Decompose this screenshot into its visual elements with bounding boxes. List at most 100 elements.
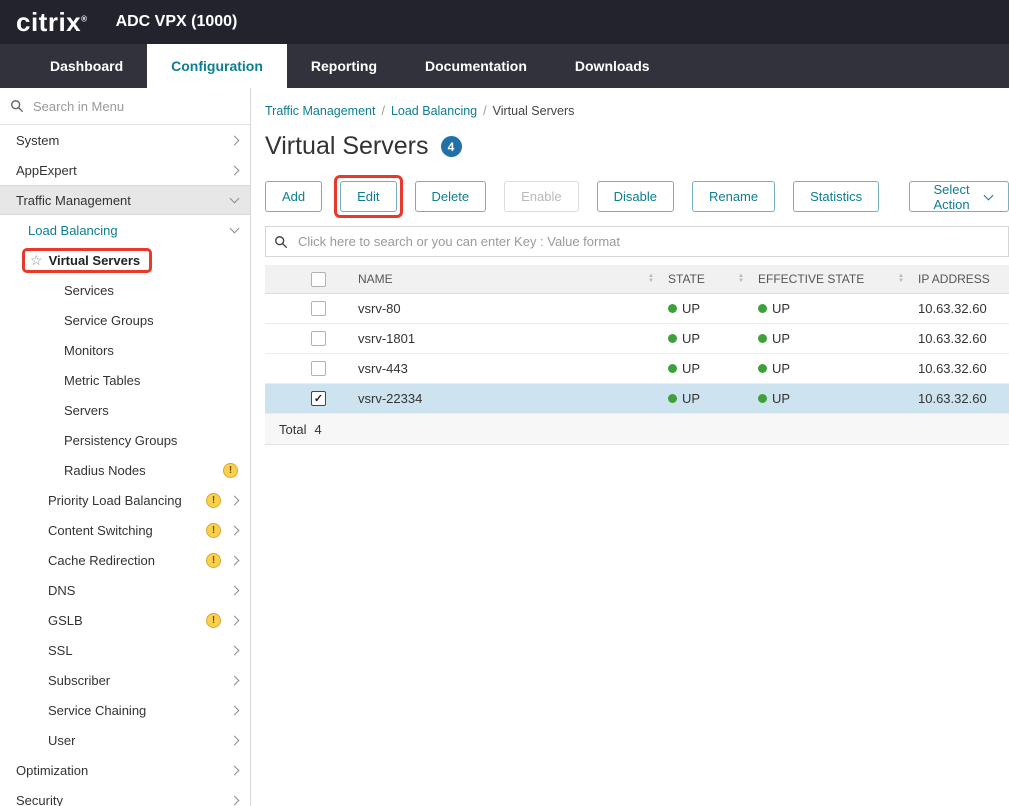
checkbox-cell: [265, 301, 358, 316]
tab-dashboard[interactable]: Dashboard: [26, 44, 147, 88]
effective-state-cell: UP: [758, 391, 918, 406]
sidebar-item-priority-load-balancing[interactable]: Priority Load Balancing!: [0, 485, 250, 515]
sidebar-item-icons: !: [206, 613, 250, 628]
chevron-right-icon[interactable]: [230, 735, 240, 745]
ip-address-cell: 10.63.32.60: [918, 331, 1009, 346]
sidebar-item-security[interactable]: Security: [0, 785, 250, 806]
sidebar-item-icons: !: [223, 463, 250, 478]
chevron-right-icon[interactable]: [230, 615, 240, 625]
select-all-checkbox[interactable]: [311, 272, 326, 287]
chevron-right-icon[interactable]: [230, 135, 240, 145]
sort-icon[interactable]: [648, 274, 654, 284]
chevron-right-icon[interactable]: [230, 585, 240, 595]
table-row-vsrv-22334[interactable]: ✓vsrv-22334UPUP10.63.32.60: [265, 384, 1009, 414]
sidebar-item-dns[interactable]: DNS: [0, 575, 250, 605]
chevron-right-icon[interactable]: [230, 165, 240, 175]
sidebar-item-optimization[interactable]: Optimization: [0, 755, 250, 785]
sidebar-item-icons: [231, 737, 250, 744]
chevron-right-icon[interactable]: [230, 645, 240, 655]
top-nav: DashboardConfigurationReportingDocumenta…: [0, 44, 1009, 88]
layout: Search in Menu SystemAppExpertTraffic Ma…: [0, 88, 1009, 806]
sidebar-item-icons: !: [206, 493, 250, 508]
chevron-right-icon[interactable]: [230, 525, 240, 535]
sidebar-item-persistency-groups[interactable]: Persistency Groups: [0, 425, 250, 455]
sidebar-item-services[interactable]: Services: [0, 275, 250, 305]
table-row-vsrv-443[interactable]: vsrv-443UPUP10.63.32.60: [265, 354, 1009, 384]
add-button[interactable]: Add: [265, 181, 322, 212]
breadcrumb-item-load-balancing[interactable]: Load Balancing: [391, 104, 477, 118]
sidebar-item-metric-tables[interactable]: Metric Tables: [0, 365, 250, 395]
breadcrumb-item-traffic-management[interactable]: Traffic Management: [265, 104, 375, 118]
sidebar-item-radius-nodes[interactable]: Radius Nodes!: [0, 455, 250, 485]
state-text: UP: [682, 301, 700, 316]
chevron-right-icon[interactable]: [230, 495, 240, 505]
sidebar-item-service-chaining[interactable]: Service Chaining: [0, 695, 250, 725]
sidebar-item-cache-redirection[interactable]: Cache Redirection!: [0, 545, 250, 575]
effective-state-text: UP: [772, 361, 790, 376]
column-header-effective-state[interactable]: EFFECTIVE STATE: [758, 272, 918, 286]
row-checkbox[interactable]: [311, 361, 326, 376]
sidebar-item-label: Priority Load Balancing: [48, 493, 182, 508]
sidebar-item-monitors[interactable]: Monitors: [0, 335, 250, 365]
search-icon: [274, 235, 288, 249]
chevron-down-icon[interactable]: [230, 224, 240, 234]
chevron-right-icon[interactable]: [230, 555, 240, 565]
sidebar-item-user[interactable]: User: [0, 725, 250, 755]
sidebar-search[interactable]: Search in Menu: [0, 88, 250, 125]
checkbox-cell: [265, 331, 358, 346]
sidebar-item-appexpert[interactable]: AppExpert: [0, 155, 250, 185]
row-checkbox[interactable]: [311, 331, 326, 346]
sidebar-item-label: Load Balancing: [28, 223, 118, 238]
sort-icon[interactable]: [738, 274, 744, 284]
breadcrumb: Traffic Management/Load Balancing/Virtua…: [265, 104, 1009, 118]
search-icon: [10, 99, 24, 113]
column-header-ip-address[interactable]: IP ADDRESS: [918, 272, 1009, 286]
chevron-down-icon[interactable]: [230, 194, 240, 204]
total-label: Total: [279, 422, 306, 437]
status-up-dot: [668, 304, 677, 313]
table-row-vsrv-1801[interactable]: vsrv-1801UPUP10.63.32.60: [265, 324, 1009, 354]
tab-reporting[interactable]: Reporting: [287, 44, 401, 88]
row-checkbox[interactable]: ✓: [311, 391, 326, 406]
tab-configuration[interactable]: Configuration: [147, 44, 287, 88]
row-checkbox[interactable]: [311, 301, 326, 316]
sidebar-item-virtual-servers[interactable]: ☆Virtual Servers: [0, 245, 250, 275]
chevron-right-icon[interactable]: [230, 675, 240, 685]
state-cell: UP: [668, 361, 758, 376]
table-search[interactable]: [265, 226, 1009, 257]
sidebar-menu: System AppExpertTraffic Management Load Ba…: [0, 125, 250, 806]
tab-downloads[interactable]: Downloads: [551, 44, 674, 88]
table-search-input[interactable]: [296, 233, 1000, 250]
table-row-vsrv-80[interactable]: vsrv-80UPUP10.63.32.60: [265, 294, 1009, 324]
sidebar-item-label: Metric Tables: [64, 373, 140, 388]
sidebar-item-system[interactable]: System: [0, 125, 250, 155]
select-action-button[interactable]: Select Action: [909, 181, 1009, 212]
delete-button[interactable]: Delete: [415, 181, 487, 212]
sidebar-item-subscriber[interactable]: Subscriber: [0, 665, 250, 695]
sidebar-item-servers[interactable]: Servers: [0, 395, 250, 425]
state-cell: UP: [668, 391, 758, 406]
column-header-state[interactable]: STATE: [668, 272, 758, 286]
sidebar-item-label: System: [16, 133, 59, 148]
sidebar-item-load-balancing[interactable]: Load Balancing: [0, 215, 250, 245]
sidebar-item-ssl[interactable]: SSL: [0, 635, 250, 665]
enable-button[interactable]: Enable: [504, 181, 578, 212]
sidebar-item-icons: [231, 677, 250, 684]
rename-button[interactable]: Rename: [692, 181, 775, 212]
column-label: STATE: [668, 272, 705, 286]
chevron-right-icon[interactable]: [230, 705, 240, 715]
disable-button[interactable]: Disable: [597, 181, 674, 212]
sidebar-item-gslb[interactable]: GSLB!: [0, 605, 250, 635]
edit-button[interactable]: Edit: [340, 181, 396, 212]
chevron-right-icon[interactable]: [230, 795, 240, 805]
sort-icon[interactable]: [898, 274, 904, 284]
state-text: UP: [682, 361, 700, 376]
sidebar-item-service-groups[interactable]: Service Groups: [0, 305, 250, 335]
sidebar-item-content-switching[interactable]: Content Switching!: [0, 515, 250, 545]
sidebar-item-label: Service Groups: [64, 313, 154, 328]
chevron-right-icon[interactable]: [230, 765, 240, 775]
column-header-name[interactable]: NAME: [358, 272, 668, 286]
statistics-button[interactable]: Statistics: [793, 181, 879, 212]
sidebar-item-traffic-management[interactable]: Traffic Management: [0, 185, 250, 215]
tab-documentation[interactable]: Documentation: [401, 44, 551, 88]
